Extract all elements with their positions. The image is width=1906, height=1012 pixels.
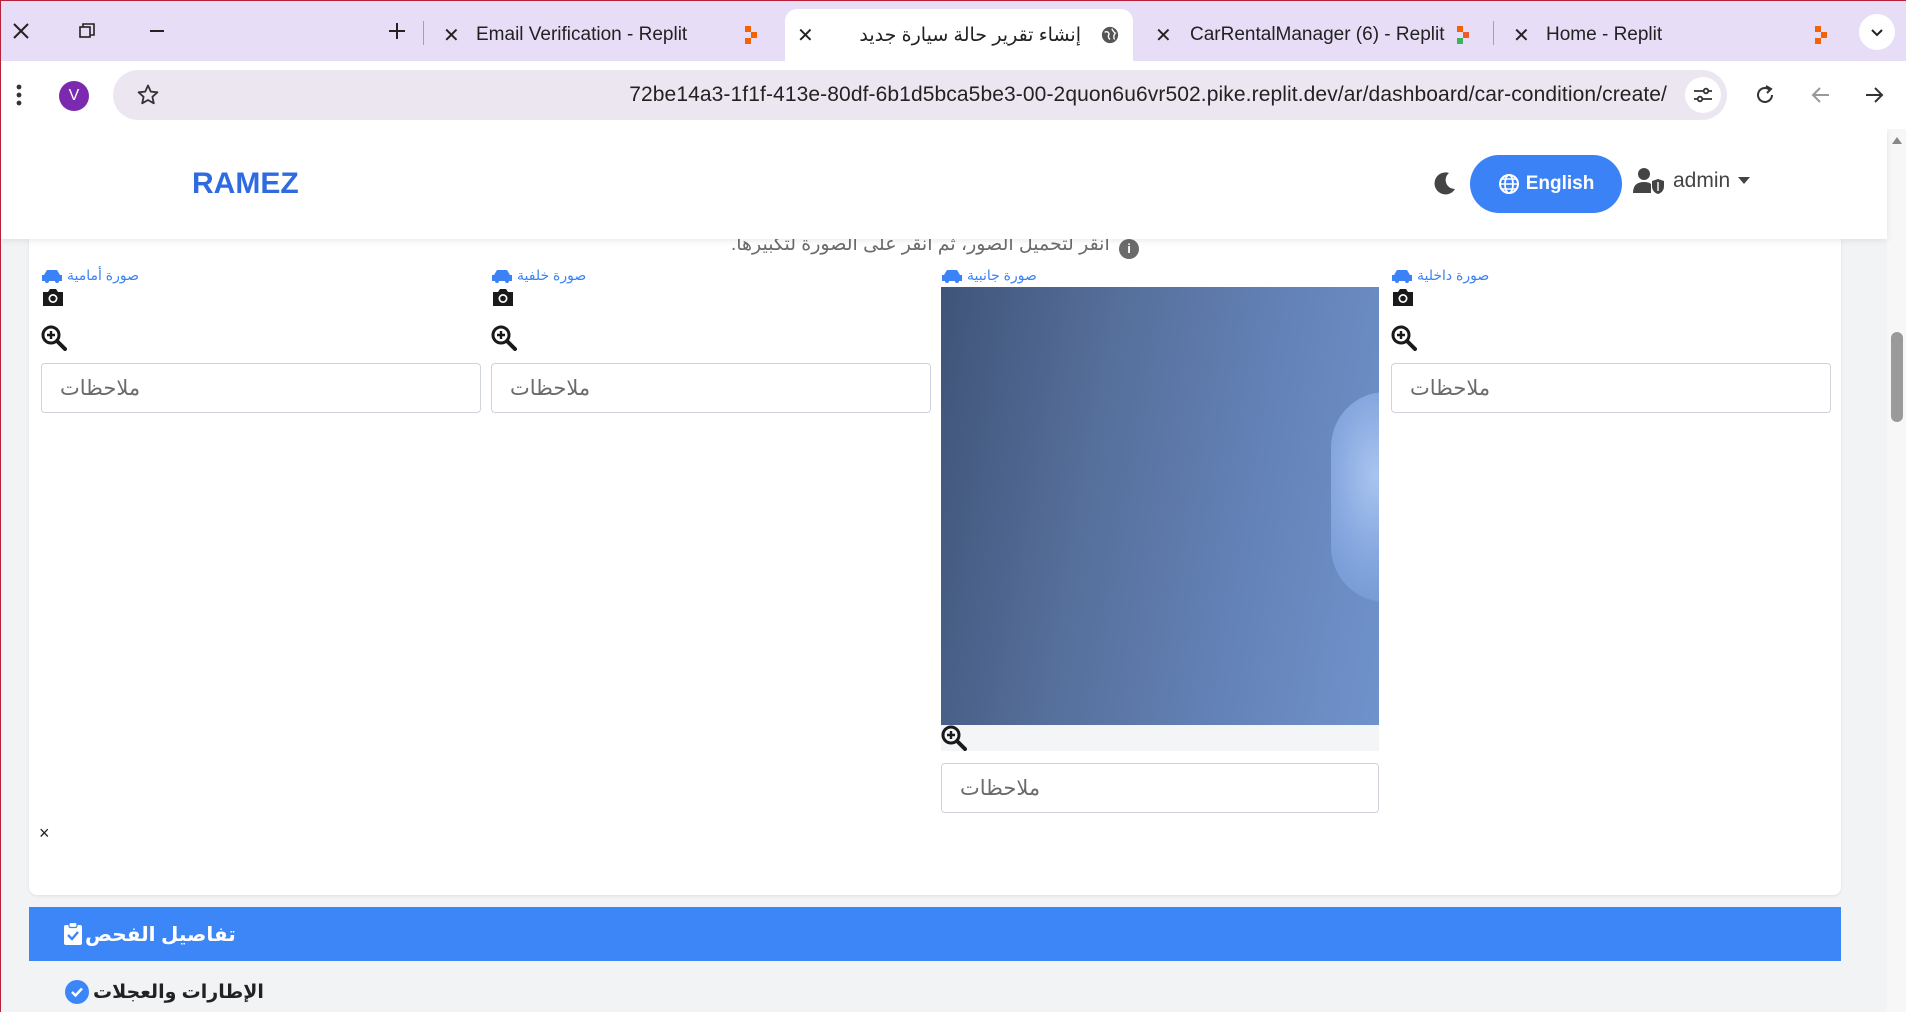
site-settings-icon[interactable]	[1685, 77, 1721, 113]
side-photo-preview[interactable]	[941, 287, 1379, 725]
language-toggle-button[interactable]: English	[1470, 155, 1622, 213]
tab-title: Email Verification - Replit	[476, 24, 688, 45]
replit-favicon-icon	[1457, 26, 1475, 44]
check-circle-icon	[65, 980, 89, 1004]
user-name: admin	[1673, 169, 1731, 192]
label-text: صورة خلفية	[517, 267, 587, 283]
car-icon	[42, 269, 62, 283]
clipboard-check-icon	[64, 922, 82, 945]
tab-car-rental-manager[interactable]: ✕ CarRentalManager (6) - Replit	[1145, 9, 1485, 61]
bookmark-star-icon[interactable]	[136, 83, 160, 107]
browser-tab-strip: ✕ Email Verification - Replit ✕ إنشاء تق…	[1, 1, 1906, 61]
photo-front-column: صورة أمامية ملاحظات	[41, 267, 481, 413]
brand-logo[interactable]: RAMEZ	[192, 167, 299, 201]
notes-input-interior[interactable]: ملاحظات	[1391, 363, 1831, 413]
zoom-in-icon[interactable]	[41, 325, 67, 351]
photo-side-column: صورة جانبية ملاحظات	[941, 267, 1381, 813]
scrollbar-thumb[interactable]	[1891, 332, 1903, 422]
car-icon	[492, 269, 512, 283]
globe-icon	[1498, 174, 1519, 194]
photo-front-label: صورة أمامية	[41, 267, 139, 284]
tab-close-icon[interactable]: ✕	[797, 23, 814, 48]
replit-favicon-icon	[1815, 26, 1833, 44]
tires-wheels-heading: الإطارات والعجلات	[65, 980, 264, 1004]
back-arrow-icon[interactable]	[1809, 83, 1833, 107]
close-window-icon[interactable]	[5, 15, 37, 47]
label-text: صورة أمامية	[67, 267, 139, 283]
profile-avatar[interactable]: V	[59, 81, 89, 111]
forward-arrow-icon[interactable]	[1862, 83, 1886, 107]
photos-card: i انقر لتحميل الصور، ثم انقر على الصورة …	[29, 219, 1841, 895]
new-tab-icon[interactable]	[381, 15, 413, 47]
user-menu-toggle[interactable]: admin	[1633, 167, 1751, 195]
url-text[interactable]: 72be14a3-1f1f-413e-80df-6b1d5bca5be3-00-…	[629, 83, 1667, 107]
photo-subject	[1331, 392, 1379, 602]
photo-interior-column: صورة داخلية ملاحظات	[1391, 267, 1831, 413]
tires-wheels-label: الإطارات والعجلات	[93, 981, 264, 1003]
car-icon	[942, 269, 962, 283]
notes-input-back[interactable]: ملاحظات	[491, 363, 931, 413]
minimize-window-icon[interactable]	[141, 15, 173, 47]
moon-icon[interactable]	[1431, 169, 1459, 197]
page-viewport: i انقر لتحميل الصور، ثم انقر على الصورة …	[1, 129, 1906, 1012]
restore-window-icon[interactable]	[71, 15, 103, 47]
tab-close-icon[interactable]: ✕	[1155, 23, 1172, 48]
replit-favicon-icon	[745, 26, 763, 44]
inspection-details-title: تفاصيل الفحص	[85, 923, 236, 946]
app-navbar: RAMEZ English admin	[1, 129, 1887, 239]
tab-close-icon[interactable]: ✕	[443, 23, 460, 48]
car-icon	[1392, 269, 1412, 283]
tab-home-replit[interactable]: ✕ Home - Replit	[1501, 9, 1831, 61]
tab-email-verification[interactable]: ✕ Email Verification - Replit	[431, 9, 781, 61]
close-button[interactable]: ×	[39, 823, 50, 844]
notes-input-side[interactable]: ملاحظات	[941, 763, 1379, 813]
label-text: صورة جانبية	[967, 267, 1037, 283]
photo-back-column: صورة خلفية ملاحظات	[491, 267, 931, 413]
camera-icon[interactable]	[41, 287, 65, 307]
tab-separator	[1493, 21, 1494, 45]
globe-icon	[1101, 26, 1119, 44]
scroll-up-arrow-icon[interactable]	[1892, 137, 1902, 144]
reload-icon[interactable]	[1753, 83, 1777, 107]
tab-car-condition-create[interactable]: ✕ إنشاء تقرير حالة سيارة جديد	[785, 9, 1133, 61]
tab-title: إنشاء تقرير حالة سيارة جديد	[859, 24, 1081, 46]
browser-address-bar: V 72be14a3-1f1f-413e-80df-6b1d5bca5be3-0…	[1, 61, 1906, 129]
zoom-strip	[941, 725, 1379, 751]
tab-title: Home - Replit	[1546, 24, 1663, 45]
tab-title: CarRentalManager (6) - Replit	[1190, 24, 1445, 45]
zoom-in-icon[interactable]	[1391, 325, 1417, 351]
zoom-in-icon[interactable]	[491, 325, 517, 351]
label-text: صورة داخلية	[1417, 267, 1490, 283]
photo-back-label: صورة خلفية	[491, 267, 586, 284]
omnibox[interactable]: 72be14a3-1f1f-413e-80df-6b1d5bca5be3-00-…	[113, 70, 1727, 120]
photo-side-label: صورة جانبية	[941, 267, 1037, 284]
page-scrollbar[interactable]	[1887, 129, 1906, 1012]
caret-down-icon	[1738, 177, 1751, 184]
inspection-details-header: تفاصيل الفحص	[29, 907, 1841, 961]
zoom-in-icon[interactable]	[941, 725, 967, 751]
tab-close-icon[interactable]: ✕	[1513, 23, 1530, 48]
language-button-label: English	[1525, 173, 1595, 194]
user-shield-icon	[1633, 168, 1664, 194]
tab-search-chevron-icon[interactable]	[1859, 14, 1895, 50]
tab-separator	[423, 21, 424, 45]
info-icon: i	[1119, 239, 1140, 259]
browser-menu-icon[interactable]	[15, 83, 23, 107]
camera-icon[interactable]	[1391, 287, 1415, 307]
camera-icon[interactable]	[491, 287, 515, 307]
photo-interior-label: صورة داخلية	[1391, 267, 1489, 284]
notes-input-front[interactable]: ملاحظات	[41, 363, 481, 413]
